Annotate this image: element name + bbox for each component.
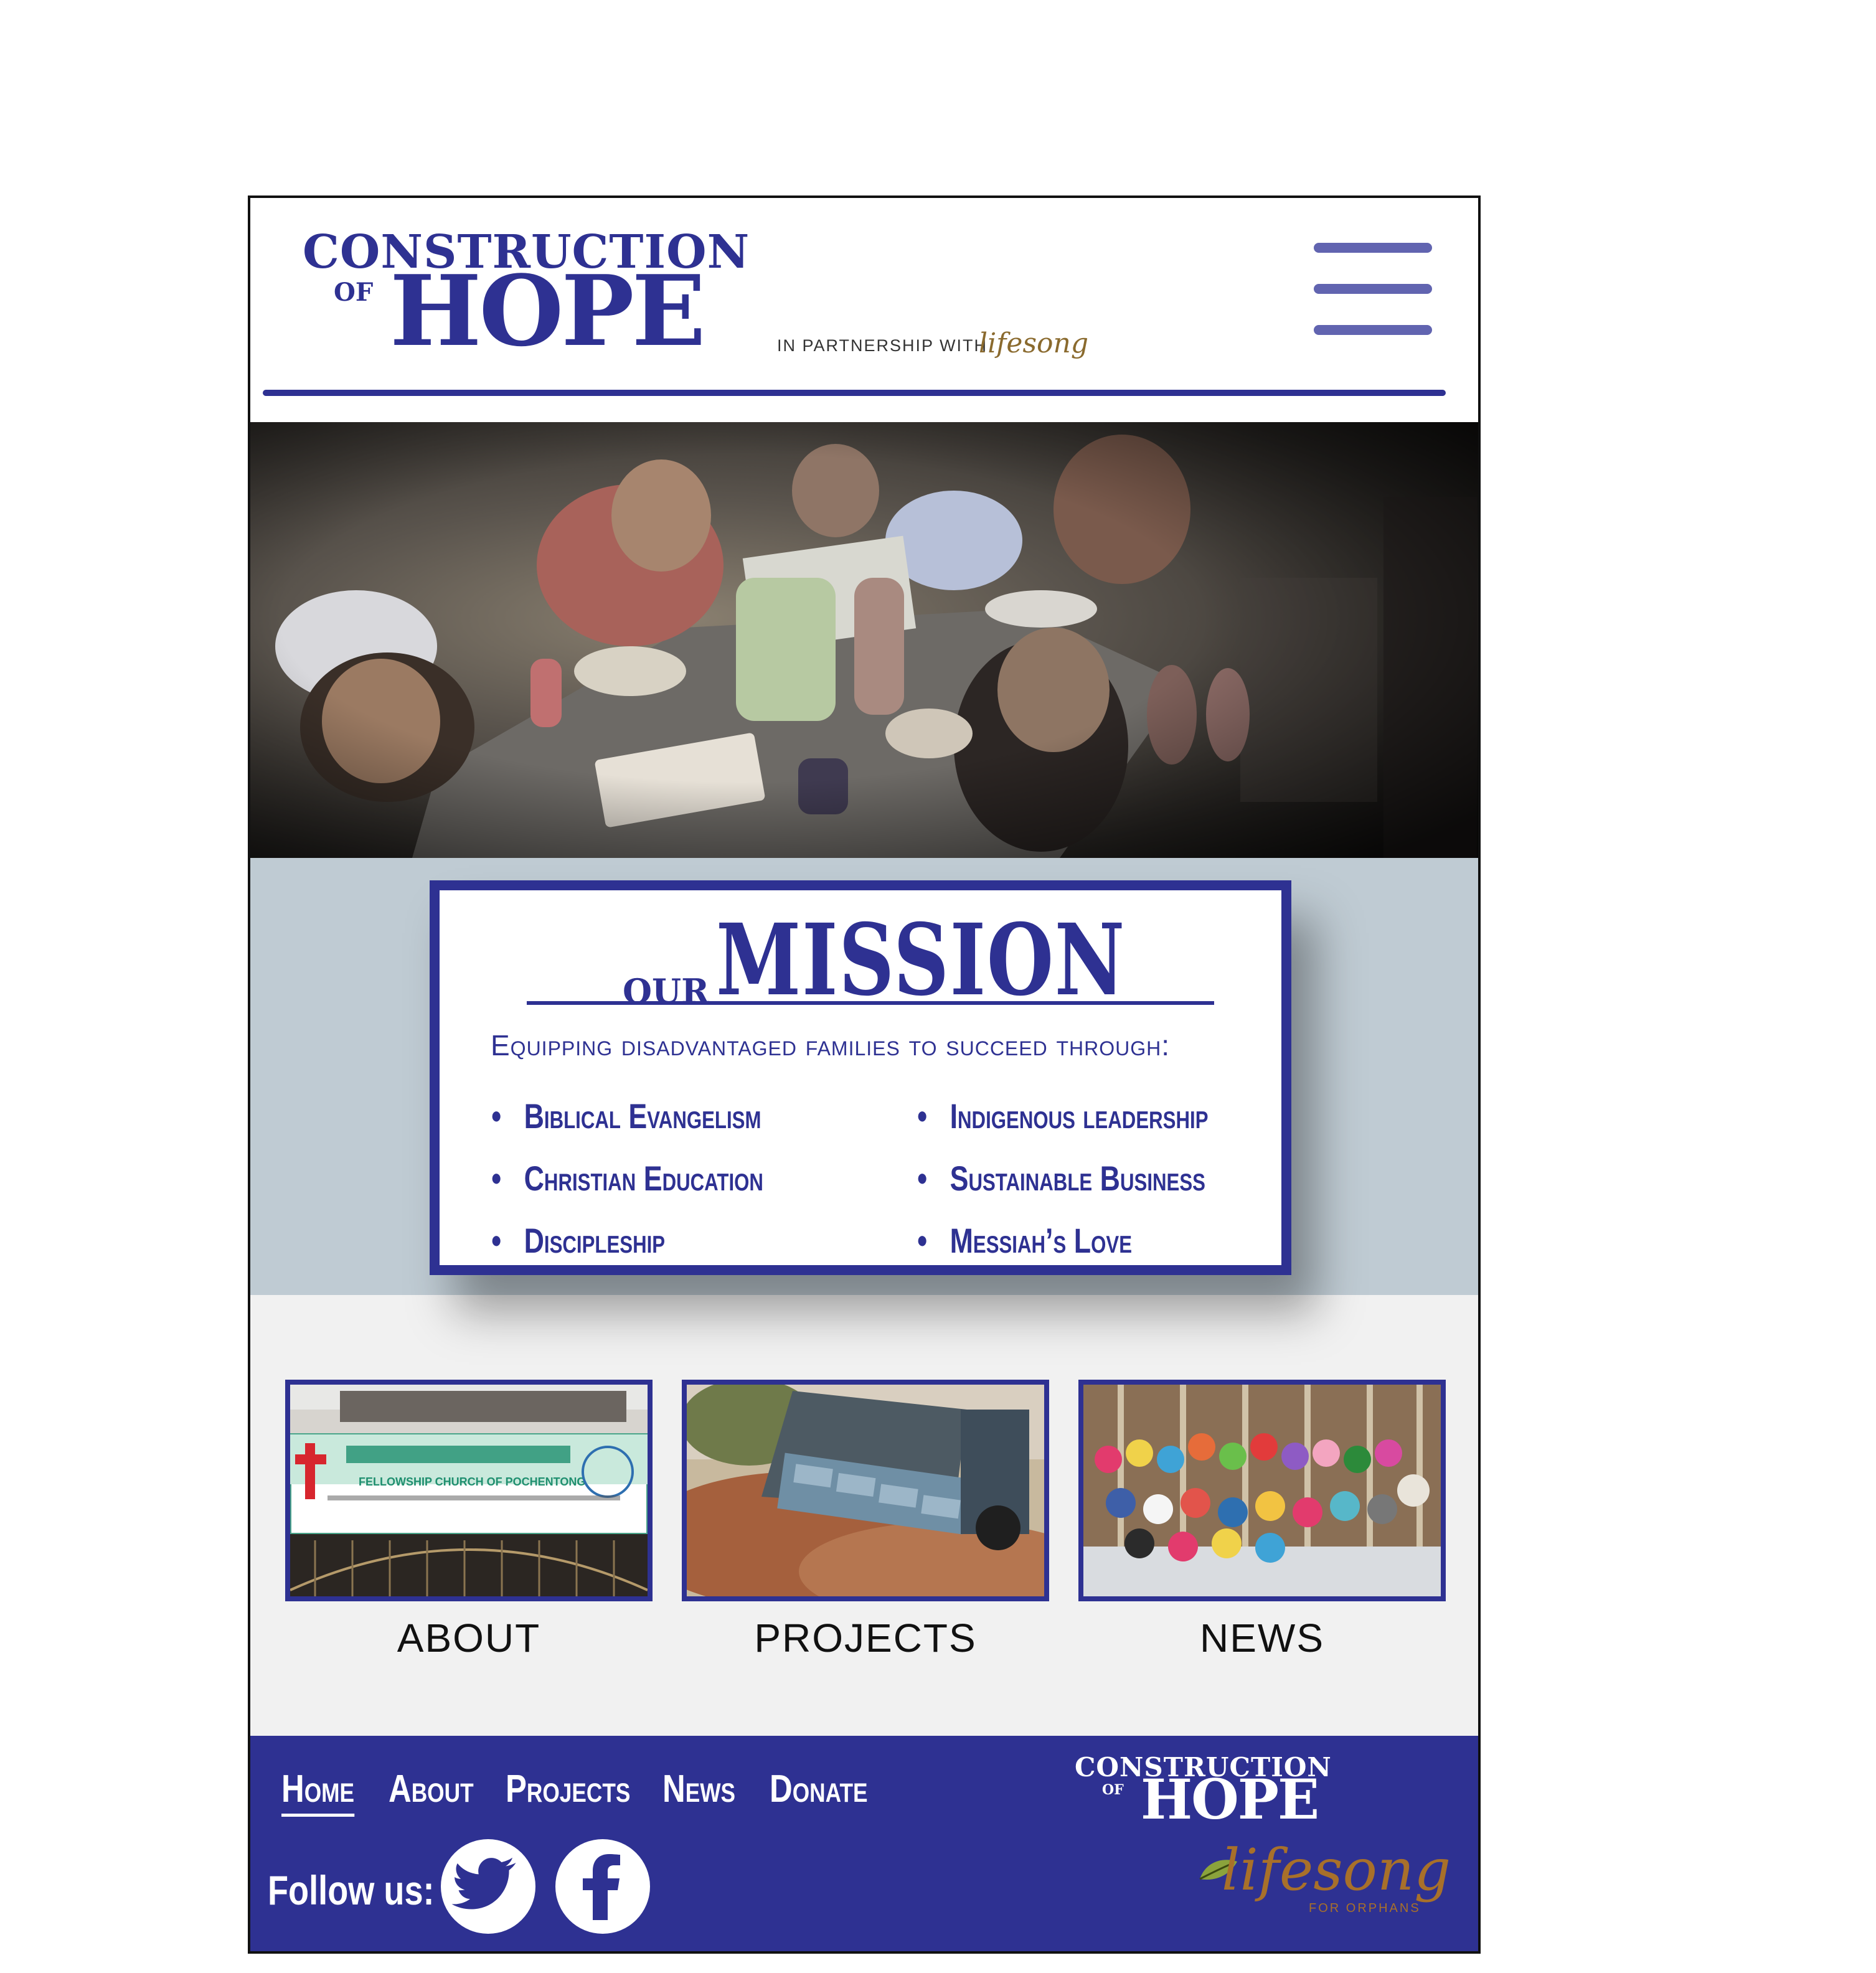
twitter-icon[interactable] — [441, 1839, 535, 1934]
footer-nav-donate[interactable]: Donate — [770, 1767, 868, 1811]
church-sign-text: FELLOWSHIP CHURCH OF POCHENTONG — [359, 1476, 585, 1488]
news-label: NEWS — [1200, 1616, 1324, 1660]
footer-nav-projects[interactable]: Projects — [506, 1767, 630, 1811]
mission-item: Biblical Evangelism — [491, 1096, 763, 1158]
projects-tile[interactable]: PROJECTS — [682, 1380, 1049, 1661]
footer-nav-home[interactable]: Home — [281, 1767, 355, 1817]
footer-nav-about[interactable]: About — [389, 1767, 474, 1811]
projects-label: PROJECTS — [754, 1616, 977, 1660]
hero-photo — [250, 422, 1478, 858]
mission-list-left: Biblical Evangelism Christian Education … — [491, 1096, 831, 1283]
about-photo: FELLOWSHIP CHURCH OF POCHENTONG — [285, 1380, 653, 1601]
mission-divider — [527, 1001, 1214, 1005]
mission-list-right: Indigenous leadership Sustainable Busine… — [917, 1096, 1281, 1283]
mission-subtitle: Equipping disadvantaged families to succ… — [491, 1029, 1171, 1062]
news-photo — [1078, 1380, 1446, 1601]
footer-nav-news[interactable]: News — [662, 1767, 735, 1811]
mission-item: Messiah’s Love — [917, 1220, 1209, 1283]
logo-of-text: OF — [334, 278, 374, 307]
about-tile[interactable]: FELLOWSHIP CHURCH OF POCHENTONG ABOUT — [285, 1380, 653, 1661]
mission-item: Christian Education — [491, 1158, 763, 1220]
page-frame: CONSTRUCTION OF HOPE IN PARTNERSHIP WITH… — [248, 195, 1481, 1954]
footer-logo-of: OF — [1102, 1782, 1124, 1798]
mission-item: Discipleship — [491, 1220, 763, 1283]
footer-logo-hope: HOPE — [1141, 1767, 1319, 1832]
hamburger-menu-icon[interactable] — [1314, 243, 1432, 342]
follow-us-label: Follow us: — [268, 1867, 435, 1913]
footer-lifesong-tagline: FOR ORPHANS — [1309, 1901, 1421, 1915]
mission-our-text: OUR — [623, 971, 710, 1011]
facebook-icon[interactable] — [555, 1839, 650, 1934]
projects-photo — [682, 1380, 1049, 1601]
site-header: CONSTRUCTION OF HOPE IN PARTNERSHIP WITH… — [250, 198, 1478, 422]
site-footer: Home About Projects News Donate Follow u… — [250, 1736, 1478, 1951]
header-divider — [263, 390, 1446, 396]
mission-item: Sustainable Business — [917, 1158, 1209, 1220]
lifesong-logo[interactable]: lifesong — [979, 327, 1088, 359]
mission-item: Indigenous leadership — [917, 1096, 1209, 1158]
partner-text: IN PARTNERSHIP WITH — [777, 336, 988, 355]
logo-hope-text: HOPE — [390, 254, 705, 368]
news-tile[interactable]: NEWS — [1078, 1380, 1446, 1661]
about-label: ABOUT — [397, 1616, 541, 1660]
mission-card: OUR MISSION Equipping disadvantaged fami… — [430, 880, 1291, 1275]
footer-lifesong-logo[interactable]: lifesong — [1222, 1842, 1451, 1899]
